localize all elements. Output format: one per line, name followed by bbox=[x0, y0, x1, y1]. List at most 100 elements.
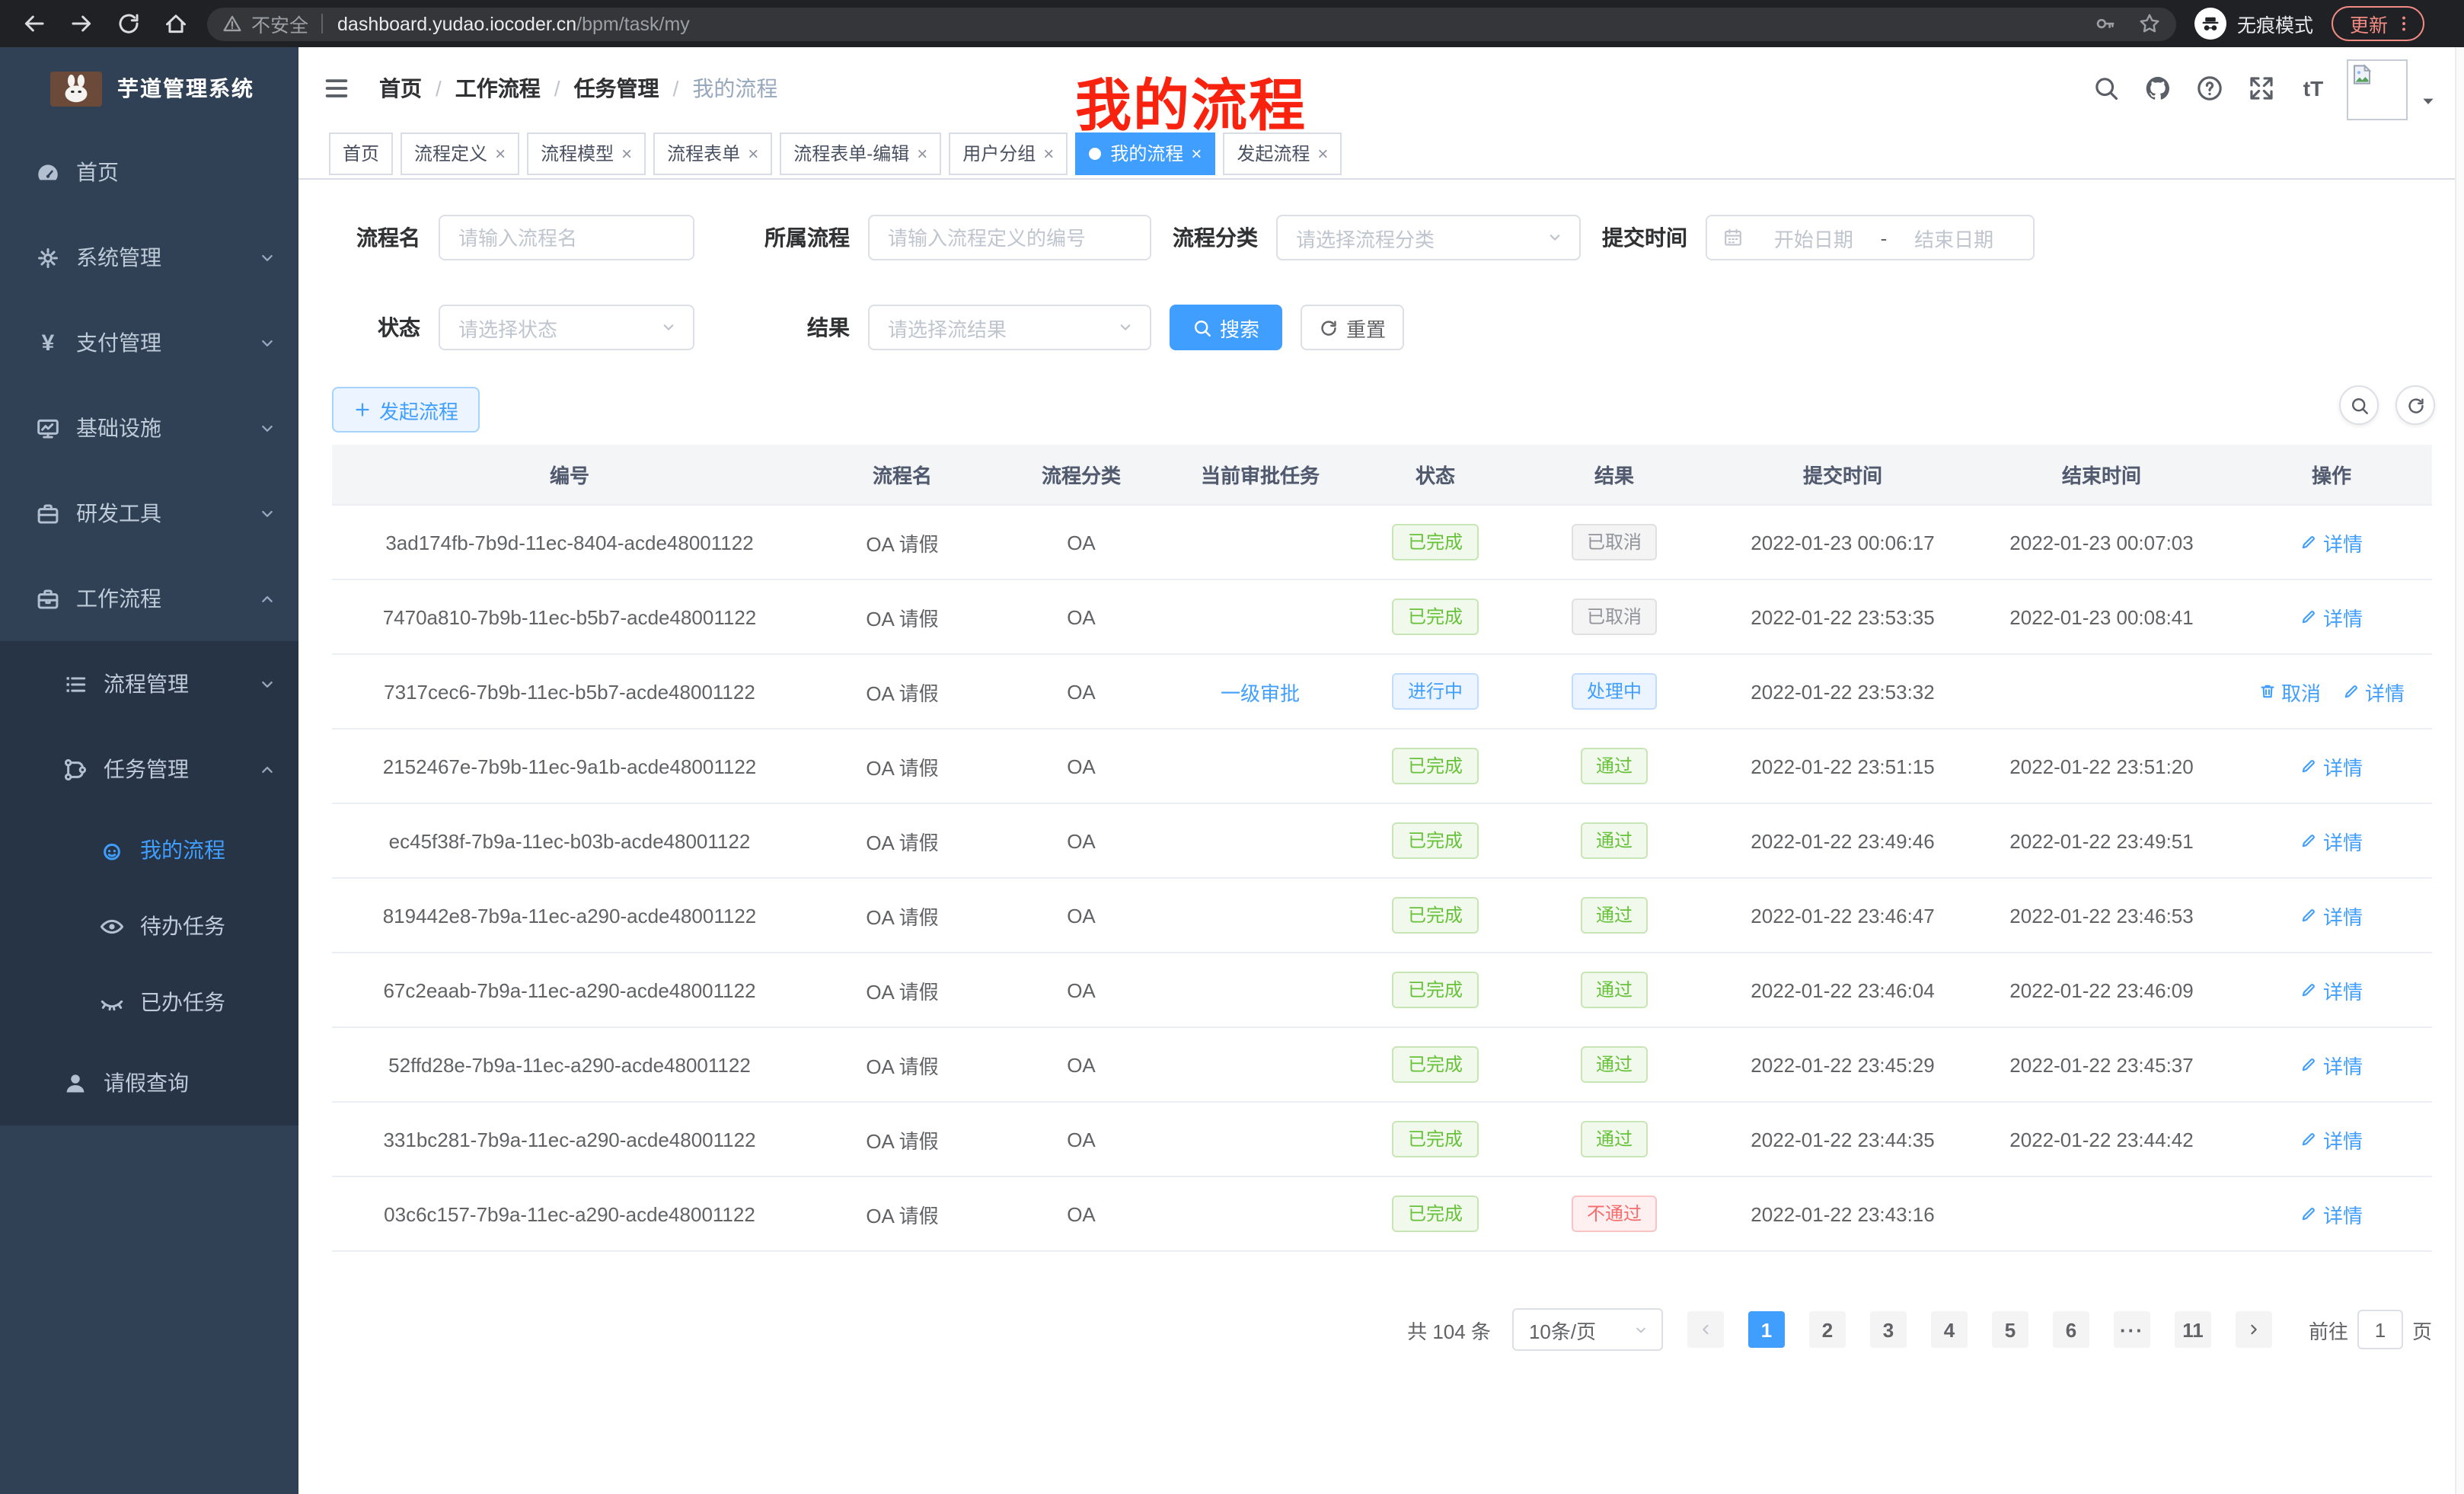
breadcrumb-item[interactable]: 工作流程 bbox=[455, 72, 541, 103]
status-select[interactable]: 请选择状态 bbox=[439, 305, 694, 350]
browser-update-button[interactable]: 更新 bbox=[2332, 6, 2424, 41]
refresh-table-button[interactable] bbox=[2395, 385, 2435, 425]
search-icon bbox=[1192, 318, 1212, 337]
annotation-text: 我的流程 bbox=[1075, 59, 1307, 142]
address-bar[interactable]: 不安全 dashboard.yudao.iocoder.cn/bpm/task/… bbox=[207, 7, 2176, 40]
sidebar-item-workflow[interactable]: 工作流程 bbox=[0, 556, 298, 641]
more-pages-ellipsis[interactable]: ··· bbox=[2114, 1311, 2150, 1348]
detail-action-link[interactable]: 详情 bbox=[2300, 1199, 2363, 1228]
font-size-icon[interactable]: tT bbox=[2300, 74, 2327, 101]
page-number-3[interactable]: 3 bbox=[1870, 1311, 1907, 1348]
cell-submit-time: 2022-01-23 00:06:17 bbox=[1713, 531, 1972, 554]
detail-action-link[interactable]: 详情 bbox=[2300, 1050, 2363, 1079]
next-page-button[interactable] bbox=[2236, 1311, 2272, 1348]
logo-bar[interactable]: 芋道管理系统 bbox=[0, 47, 298, 129]
sidebar-item-home[interactable]: 首页 bbox=[0, 129, 298, 215]
create-process-button[interactable]: 发起流程 bbox=[332, 387, 480, 433]
status-badge: 已取消 bbox=[1572, 599, 1657, 635]
sidebar-item-process-mgmt[interactable]: 流程管理 bbox=[0, 641, 298, 726]
prev-page-button[interactable] bbox=[1687, 1311, 1724, 1348]
sidebar-item-my-process[interactable]: 我的流程 bbox=[0, 812, 298, 888]
page-number-5[interactable]: 5 bbox=[1992, 1311, 2028, 1348]
goto-page-input[interactable] bbox=[2357, 1310, 2403, 1349]
close-icon[interactable]: × bbox=[1191, 144, 1202, 162]
cell-status: 已完成 bbox=[1355, 972, 1515, 1008]
show-search-toggle-button[interactable] bbox=[2339, 385, 2379, 425]
question-icon[interactable] bbox=[2196, 74, 2223, 101]
cell-name: OA 请假 bbox=[807, 826, 997, 855]
cell-category: OA bbox=[997, 680, 1165, 703]
detail-action-link[interactable]: 详情 bbox=[2300, 602, 2363, 631]
sidebar-item-infra[interactable]: 基础设施 bbox=[0, 385, 298, 471]
detail-action-link[interactable]: 详情 bbox=[2300, 1125, 2363, 1154]
tab-用户分组[interactable]: 用户分组× bbox=[949, 132, 1068, 174]
breadcrumb-item[interactable]: 首页 bbox=[379, 72, 422, 103]
close-icon[interactable]: × bbox=[1043, 144, 1054, 162]
cell-actions: 取消详情 bbox=[2231, 677, 2432, 706]
cell-id: 3ad174fb-7b9d-11ec-8404-acde48001122 bbox=[332, 531, 807, 554]
active-tab-dot bbox=[1089, 147, 1101, 159]
key-icon[interactable] bbox=[2094, 12, 2117, 35]
cell-submit-time: 2022-01-22 23:51:15 bbox=[1713, 755, 1972, 777]
detail-action-link[interactable]: 详情 bbox=[2300, 826, 2363, 855]
home-icon[interactable] bbox=[163, 11, 189, 37]
tab-流程表单[interactable]: 流程表单× bbox=[653, 132, 772, 174]
table-row: 03c6c157-7b9a-11ec-a290-acde48001122OA 请… bbox=[332, 1177, 2432, 1252]
page-number-1[interactable]: 1 bbox=[1748, 1311, 1785, 1348]
github-icon[interactable] bbox=[2144, 74, 2172, 101]
star-icon[interactable] bbox=[2138, 12, 2161, 35]
tab-流程定义[interactable]: 流程定义× bbox=[401, 132, 519, 174]
close-icon[interactable]: × bbox=[621, 144, 632, 162]
process-definition-input[interactable] bbox=[868, 215, 1151, 260]
hamburger-icon[interactable] bbox=[323, 75, 350, 102]
table-row: 819442e8-7b9a-11ec-a290-acde48001122OA 请… bbox=[332, 879, 2432, 953]
detail-action-link[interactable]: 详情 bbox=[2342, 677, 2405, 706]
process-name-input[interactable] bbox=[439, 215, 694, 260]
close-icon[interactable]: × bbox=[495, 144, 506, 162]
kebab-menu-icon[interactable] bbox=[2394, 14, 2414, 34]
sidebar-item-payment[interactable]: ¥支付管理 bbox=[0, 300, 298, 385]
sidebar-item-task-mgmt[interactable]: 任务管理 bbox=[0, 726, 298, 812]
task-link[interactable]: 一级审批 bbox=[1221, 682, 1300, 704]
tab-label: 流程表单-编辑 bbox=[793, 140, 909, 166]
caret-down-icon[interactable] bbox=[2420, 93, 2437, 110]
breadcrumb-item[interactable]: 任务管理 bbox=[574, 72, 659, 103]
page-number-4[interactable]: 4 bbox=[1931, 1311, 1968, 1348]
tags-view-bar: 首页流程定义×流程模型×流程表单×流程表单-编辑×用户分组×我的流程×发起流程× bbox=[298, 128, 2464, 180]
close-icon[interactable]: × bbox=[917, 144, 927, 162]
tab-流程模型[interactable]: 流程模型× bbox=[527, 132, 646, 174]
sidebar-item-system[interactable]: 系统管理 bbox=[0, 215, 298, 300]
goto-label: 前往 bbox=[2309, 1315, 2348, 1344]
submit-time-range-picker[interactable]: 开始日期 - 结束日期 bbox=[1706, 215, 2035, 260]
detail-action-link[interactable]: 详情 bbox=[2300, 752, 2363, 781]
search-icon[interactable] bbox=[2092, 74, 2120, 101]
close-icon[interactable]: × bbox=[1317, 144, 1328, 162]
page-number-11[interactable]: 11 bbox=[2175, 1311, 2211, 1348]
page-number-2[interactable]: 2 bbox=[1809, 1311, 1846, 1348]
close-icon[interactable]: × bbox=[748, 144, 758, 162]
tab-流程表单-编辑[interactable]: 流程表单-编辑 × bbox=[780, 132, 941, 174]
page-number-6[interactable]: 6 bbox=[2053, 1311, 2089, 1348]
pagination-total: 共 104 条 bbox=[1407, 1315, 1491, 1344]
sidebar-item-devtools[interactable]: 研发工具 bbox=[0, 471, 298, 556]
fullscreen-icon[interactable] bbox=[2248, 74, 2275, 101]
detail-action-link[interactable]: 详情 bbox=[2300, 528, 2363, 557]
warning-icon bbox=[222, 14, 242, 34]
avatar[interactable] bbox=[2347, 59, 2408, 120]
tab-首页[interactable]: 首页 bbox=[329, 132, 393, 174]
back-icon[interactable] bbox=[21, 11, 47, 37]
category-select[interactable]: 请选择流程分类 bbox=[1276, 215, 1581, 260]
detail-action-link[interactable]: 详情 bbox=[2300, 975, 2363, 1004]
reload-icon[interactable] bbox=[116, 11, 142, 37]
sidebar-item-todo-tasks[interactable]: 待办任务 bbox=[0, 888, 298, 964]
cancel-action-link[interactable]: 取消 bbox=[2258, 677, 2321, 706]
search-button[interactable]: 搜索 bbox=[1170, 305, 1282, 350]
reset-button[interactable]: 重置 bbox=[1301, 305, 1404, 350]
result-select[interactable]: 请选择流结果 bbox=[868, 305, 1151, 350]
scrollbar[interactable] bbox=[2455, 47, 2464, 1494]
forward-icon[interactable] bbox=[69, 11, 94, 37]
sidebar-item-leave-query[interactable]: 请假查询 bbox=[0, 1040, 298, 1125]
detail-action-link[interactable]: 详情 bbox=[2300, 901, 2363, 930]
sidebar-item-done-tasks[interactable]: 已办任务 bbox=[0, 964, 298, 1040]
page-size-select[interactable]: 10条/页 bbox=[1512, 1308, 1663, 1351]
